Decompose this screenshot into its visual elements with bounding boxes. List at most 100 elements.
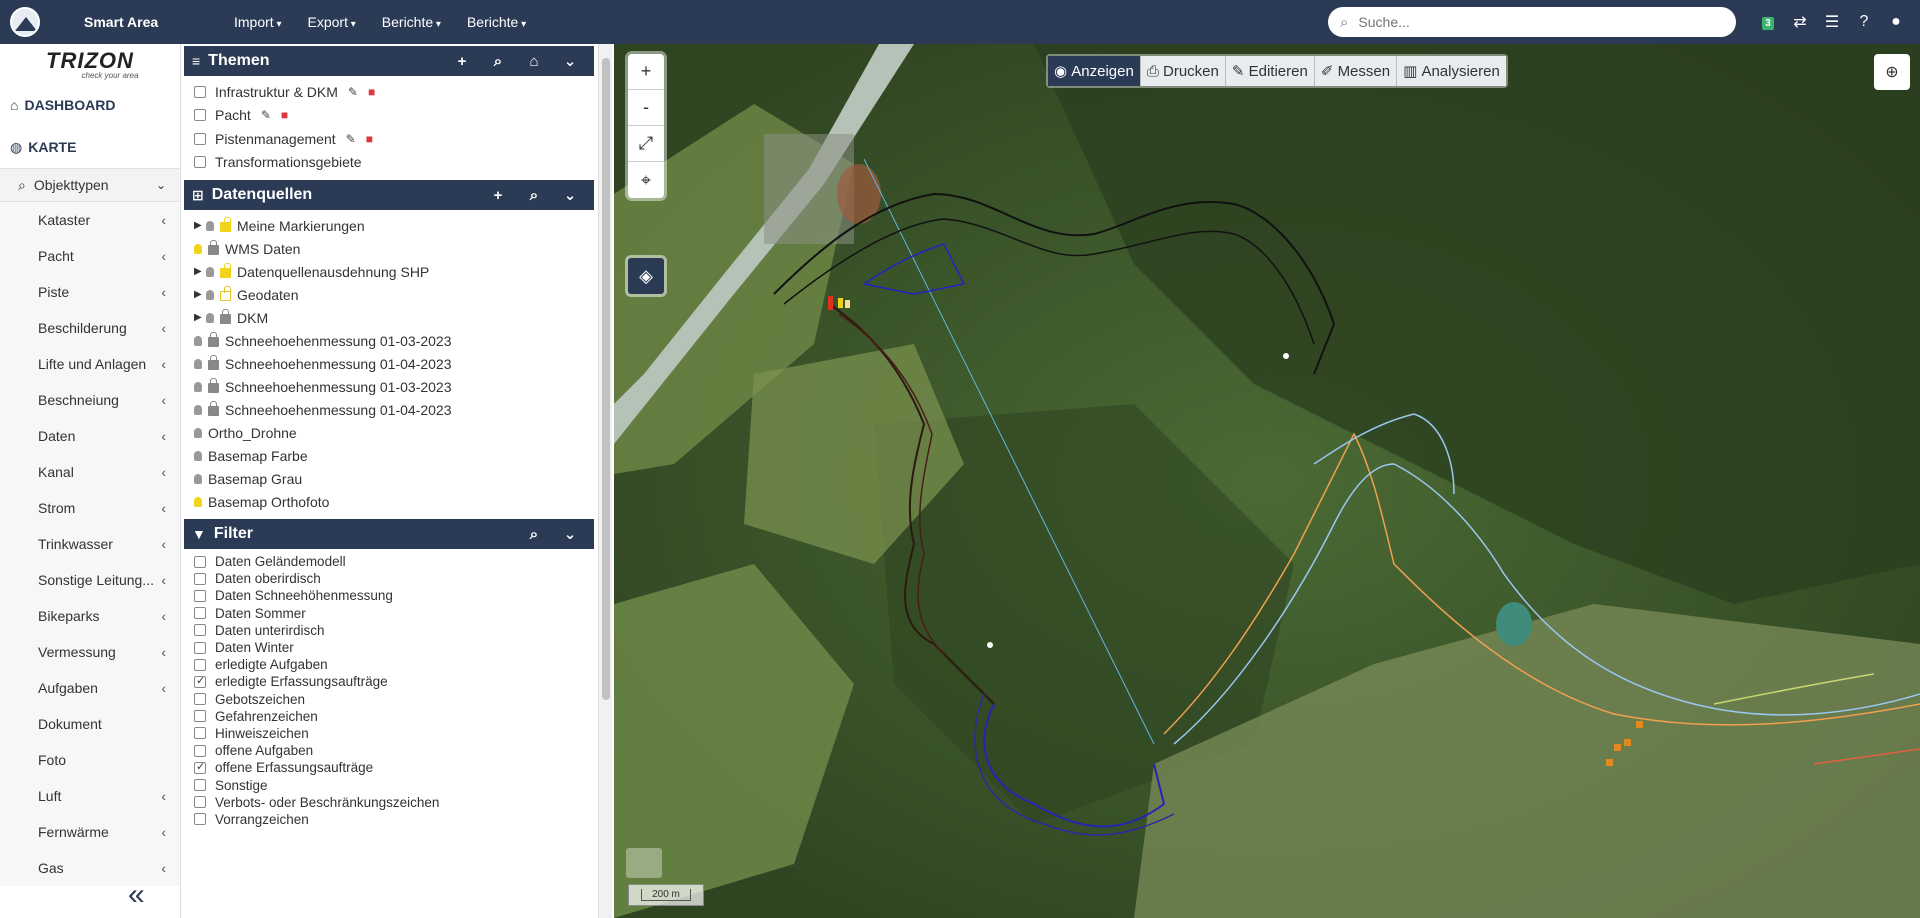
sidebar-item[interactable]: Kataster ‹ — [0, 202, 180, 238]
themen-checkbox[interactable] — [194, 85, 206, 98]
expand-triangle-icon[interactable]: ▶ — [194, 266, 206, 277]
add-icon[interactable]: + — [444, 53, 480, 70]
scrollbar-thumb[interactable] — [602, 58, 610, 700]
datenquelle-row[interactable]: Basemap Orthofoto — [194, 490, 596, 513]
filter-checkbox[interactable] — [194, 624, 206, 637]
fullscreen-button[interactable]: ⤢ — [628, 126, 664, 162]
tool-anzeigen[interactable]: ◉ Anzeigen — [1048, 56, 1141, 86]
sidebar-item[interactable]: Dokument — [0, 706, 180, 742]
filter-checkbox[interactable] — [194, 796, 206, 809]
filter-checkbox[interactable] — [194, 727, 206, 740]
app-title[interactable]: Smart Area — [84, 14, 212, 30]
lock-icon[interactable] — [208, 355, 219, 370]
sidebar-item[interactable]: Lifte und Anlagen ‹ — [0, 346, 180, 382]
lock-icon[interactable] — [220, 263, 231, 278]
datenquelle-row[interactable]: Basemap Farbe — [194, 444, 596, 467]
zoom-out-button[interactable]: - — [628, 90, 664, 126]
zoom-in-button[interactable]: + — [628, 54, 664, 90]
menu-export[interactable]: Export — [308, 14, 356, 30]
filter-checkbox[interactable] — [194, 760, 206, 774]
datenquelle-row[interactable]: Schneehoehenmessung 01-03-2023 — [194, 329, 596, 352]
chevron-down-icon[interactable]: ⌄ — [552, 52, 588, 70]
sidebar-item[interactable]: Fernwärme ‹ — [0, 814, 180, 850]
datenquelle-row[interactable]: WMS Daten — [194, 237, 596, 260]
locate-button[interactable]: ⌖ — [628, 162, 664, 198]
database-icon[interactable]: ☰ — [1816, 12, 1848, 32]
swap-icon[interactable]: ⇄ — [1784, 12, 1816, 32]
chevron-down-icon[interactable]: ⌄ — [552, 186, 588, 204]
app-logo-icon[interactable] — [10, 7, 40, 37]
filter-checkbox[interactable] — [194, 572, 206, 585]
nav-objekttypen[interactable]: ⌕ Objekttypen ⌄ — [0, 168, 180, 202]
filter-checkbox[interactable] — [194, 555, 206, 568]
expand-triangle-icon[interactable]: ▶ — [194, 220, 206, 231]
lightbulb-icon[interactable] — [206, 312, 214, 323]
lightbulb-icon[interactable] — [194, 473, 202, 484]
lightbulb-icon[interactable] — [194, 358, 202, 369]
user-icon[interactable]: ● — [1880, 13, 1912, 31]
trash-icon[interactable]: ■ — [281, 108, 288, 122]
home-star-icon[interactable]: ⌂ — [516, 53, 552, 70]
sidebar-item[interactable]: Foto — [0, 742, 180, 778]
datenquelle-row[interactable]: Schneehoehenmessung 01-04-2023 — [194, 398, 596, 421]
lightbulb-icon[interactable] — [194, 427, 202, 438]
lock-icon[interactable] — [220, 217, 231, 232]
datenquelle-row[interactable]: Basemap Grau — [194, 467, 596, 490]
sidebar-item[interactable]: Luft ‹ — [0, 778, 180, 814]
add-icon[interactable]: + — [480, 187, 516, 204]
expand-triangle-icon[interactable]: ▶ — [194, 289, 206, 300]
menu-berichte-2[interactable]: Berichte — [467, 14, 526, 30]
filter-checkbox[interactable] — [194, 589, 206, 602]
pencil-icon[interactable]: ✎ — [348, 85, 358, 99]
collapse-sidebar-icon[interactable]: « — [128, 878, 145, 912]
themen-checkbox[interactable] — [194, 156, 206, 169]
filter-checkbox[interactable] — [194, 607, 206, 620]
layers-button[interactable]: ◈ — [628, 258, 664, 294]
tool-editieren[interactable]: ✎ Editieren — [1225, 56, 1315, 86]
lightbulb-icon[interactable] — [194, 335, 202, 346]
sidebar-item[interactable]: Pacht ‹ — [0, 238, 180, 274]
tool-drucken[interactable]: ⎙ Drucken — [1140, 56, 1226, 86]
sidebar-item[interactable]: Bikeparks ‹ — [0, 598, 180, 634]
lock-icon[interactable] — [208, 332, 219, 347]
lightbulb-icon[interactable] — [194, 404, 202, 415]
sidebar-item[interactable]: Strom ‹ — [0, 490, 180, 526]
search-icon[interactable]: ⌕ — [516, 187, 552, 204]
datenquelle-row[interactable]: Ortho_Drohne — [194, 421, 596, 444]
nav-karte[interactable]: ◍ KARTE — [0, 126, 180, 168]
minimap-toggle[interactable] — [626, 848, 662, 878]
lightbulb-icon[interactable] — [194, 243, 202, 254]
themen-checkbox[interactable] — [194, 132, 206, 145]
trash-icon[interactable]: ■ — [368, 85, 375, 99]
chevron-down-icon[interactable]: ⌄ — [552, 525, 588, 543]
filter-checkbox[interactable] — [194, 658, 206, 671]
datenquelle-row[interactable]: ▶ Meine Markierungen — [194, 214, 596, 237]
lightbulb-icon[interactable] — [194, 496, 202, 507]
lock-icon[interactable] — [208, 240, 219, 255]
lightbulb-icon[interactable] — [206, 266, 214, 277]
sidebar-item[interactable]: Kanal ‹ — [0, 454, 180, 490]
sidebar-item[interactable]: Beschilderung ‹ — [0, 310, 180, 346]
tool-messen[interactable]: ✐ Messen — [1314, 56, 1398, 86]
tasks-badge-icon[interactable]: 3 — [1752, 13, 1784, 31]
expand-triangle-icon[interactable]: ▶ — [194, 312, 206, 323]
search-input[interactable] — [1358, 14, 1719, 30]
filter-checkbox[interactable] — [194, 710, 206, 723]
sidebar-item[interactable]: Aufgaben ‹ — [0, 670, 180, 706]
pencil-icon[interactable]: ✎ — [261, 108, 271, 122]
filter-checkbox[interactable] — [194, 779, 206, 792]
filter-checkbox[interactable] — [194, 693, 206, 706]
map-view[interactable]: + - ⤢ ⌖ ◈ ◉ Anzeigen ⎙ Drucken ✎ Editier… — [614, 44, 1920, 918]
lock-icon[interactable] — [220, 286, 231, 301]
sidebar-item[interactable]: Daten ‹ — [0, 418, 180, 454]
search-icon[interactable]: ⌕ — [516, 526, 552, 543]
lock-icon[interactable] — [208, 401, 219, 416]
pencil-icon[interactable]: ✎ — [346, 132, 356, 146]
sidebar-item[interactable]: Vermessung ‹ — [0, 634, 180, 670]
datenquelle-row[interactable]: ▶ DKM — [194, 306, 596, 329]
lightbulb-icon[interactable] — [206, 220, 214, 231]
sidebar-item[interactable]: Trinkwasser ‹ — [0, 526, 180, 562]
menu-import[interactable]: Import — [234, 14, 282, 30]
lock-icon[interactable] — [208, 378, 219, 393]
filter-checkbox[interactable] — [194, 813, 206, 826]
